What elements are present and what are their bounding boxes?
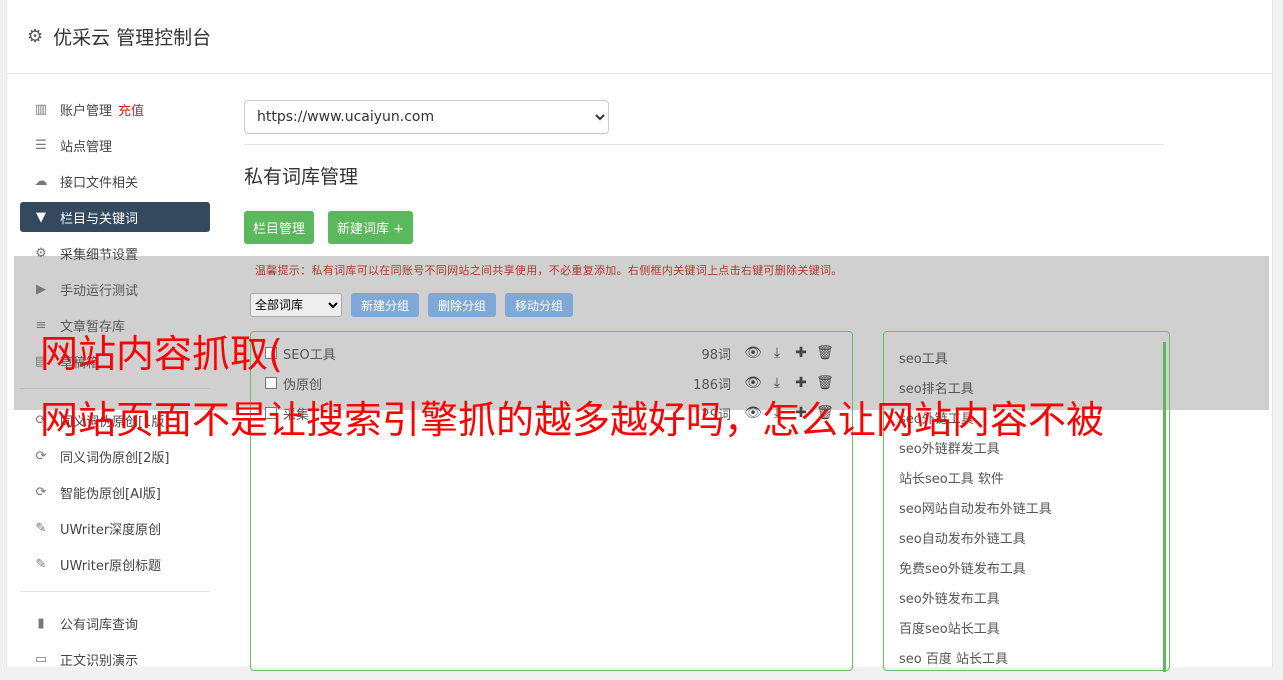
keyword-item[interactable]: seo 百度 站长工具 bbox=[899, 648, 1008, 667]
keyword-item[interactable]: seo外链发布工具 bbox=[899, 588, 1000, 607]
group-row[interactable]: SEO工具 98词 👁 ⤓ ✚ 🗑 bbox=[265, 342, 837, 364]
sidebar-item-uwriter-title[interactable]: ✎ UWriter原创标题 bbox=[20, 549, 210, 579]
sidebar-item-public-lexicon[interactable]: ▮ 公有词库查询 bbox=[20, 608, 210, 638]
column-manage-button[interactable]: 栏目管理 bbox=[244, 211, 315, 244]
group-row[interactable]: 伪原创 186词 👁 ⤓ ✚ 🗑 bbox=[265, 372, 837, 394]
sidebar-item-label: UWriter深度原创 bbox=[60, 522, 162, 538]
edit-icon: ✎ bbox=[35, 556, 47, 572]
delete-group-button[interactable]: 删除分组 bbox=[428, 293, 497, 317]
sidebar-item-text-recognition[interactable]: ▭ 正文识别演示 bbox=[20, 644, 210, 674]
keyword-item[interactable]: seo网站自动发布外链工具 bbox=[899, 498, 1052, 517]
sidebar-item-label: 栏目与关键词 bbox=[60, 211, 139, 227]
sidebar-divider bbox=[20, 591, 210, 592]
lexicon-filter-select[interactable]: 全部词库 bbox=[250, 293, 342, 317]
main-content: https://www.ucaiyun.com 私有词库管理 栏目管理 新建词库… bbox=[244, 100, 1164, 244]
move-group-button[interactable]: 移动分组 bbox=[505, 293, 574, 317]
sidebar-item-interface[interactable]: ☁ 接口文件相关 bbox=[20, 166, 210, 196]
group-count: 98词 bbox=[701, 347, 731, 363]
keyword-item[interactable]: 百度seo站长工具 bbox=[899, 618, 1000, 637]
server-icon: ☰ bbox=[35, 137, 47, 153]
sidebar-item-label: 公有词库查询 bbox=[60, 617, 139, 633]
cloud-upload-icon: ☁ bbox=[34, 173, 48, 189]
sidebar-item-label: UWriter原创标题 bbox=[60, 558, 162, 574]
download-icon[interactable]: ⤓ bbox=[765, 345, 789, 361]
divider bbox=[244, 144, 1164, 145]
app-title: 优采云 管理控制台 bbox=[53, 27, 212, 49]
plus-icon[interactable]: ✚ bbox=[789, 345, 813, 361]
group-list-panel: SEO工具 98词 👁 ⤓ ✚ 🗑 伪原创 186词 👁 ⤓ ✚ 🗑 采集 29… bbox=[250, 331, 853, 671]
header: ⚙ 优采云 管理控制台 bbox=[7, 0, 1272, 74]
gear-icon: ⚙ bbox=[27, 26, 44, 47]
sidebar-item-columns-keywords[interactable]: ▼ 栏目与关键词 bbox=[20, 202, 210, 232]
plus-icon[interactable]: ✚ bbox=[789, 375, 813, 391]
sidebar-item-account[interactable]: ▥ 账户管理 充值 bbox=[20, 94, 210, 124]
sidebar-item-uwriter-deep[interactable]: ✎ UWriter深度原创 bbox=[20, 513, 210, 543]
sidebar-item-label: 同义词伪原创[2版] bbox=[60, 450, 170, 466]
eye-icon[interactable]: 👁 bbox=[741, 345, 765, 361]
download-icon[interactable]: ⤓ bbox=[765, 375, 789, 391]
keyword-item[interactable]: 免费seo外链发布工具 bbox=[899, 558, 1026, 577]
refresh-icon: ⟳ bbox=[35, 484, 47, 500]
sidebar-item-synonym-v2[interactable]: ⟳ 同义词伪原创[2版] bbox=[20, 441, 210, 471]
page-title: 私有词库管理 bbox=[244, 166, 359, 188]
keyword-item[interactable]: 站长seo工具 软件 bbox=[899, 468, 1004, 487]
group-count: 186词 bbox=[693, 377, 731, 393]
group-checkbox[interactable] bbox=[265, 377, 277, 389]
sidebar-item-label: 账户管理 bbox=[60, 103, 113, 119]
group-toolbar: 全部词库 新建分组 删除分组 移动分组 bbox=[250, 293, 574, 317]
group-name: SEO工具 bbox=[283, 347, 336, 363]
filter-icon: ▼ bbox=[36, 209, 46, 225]
new-group-button[interactable]: 新建分组 bbox=[351, 293, 420, 317]
group-name: 伪原创 bbox=[283, 377, 323, 393]
keyword-item[interactable]: seo排名工具 bbox=[899, 378, 974, 397]
sidebar-item-label: 正文识别演示 bbox=[60, 653, 139, 669]
keyword-item[interactable]: seo工具 bbox=[899, 348, 948, 367]
scrollbar[interactable] bbox=[1163, 342, 1166, 672]
desktop-icon: ▭ bbox=[34, 651, 48, 667]
keyword-item[interactable]: seo自动发布外链工具 bbox=[899, 528, 1026, 547]
book-icon: ▮ bbox=[37, 615, 45, 631]
sidebar-item-ai-rewrite[interactable]: ⟳ 智能伪原创[AI版] bbox=[20, 477, 210, 507]
keyword-list-panel: seo工具 seo排名工具 seo外链工具 seo外链群发工具 站长seo工具 … bbox=[883, 331, 1170, 672]
trash-icon[interactable]: 🗑 bbox=[813, 375, 837, 391]
sidebar-item-label: 智能伪原创[AI版] bbox=[60, 486, 161, 502]
sidebar-item-label: 站点管理 bbox=[60, 139, 113, 155]
edit-icon: ✎ bbox=[35, 520, 47, 536]
site-select[interactable]: https://www.ucaiyun.com bbox=[244, 100, 609, 134]
refresh-icon: ⟳ bbox=[35, 448, 47, 464]
new-lexicon-button[interactable]: 新建词库 + bbox=[328, 211, 414, 244]
trash-icon[interactable]: 🗑 bbox=[813, 345, 837, 361]
watermark-line-1: 网站内容抓取( bbox=[40, 332, 283, 376]
bar-chart-icon: ▥ bbox=[34, 101, 48, 117]
watermark-line-2: 网站页面不是让搜索引擎抓的越多越好吗，怎么让网站内容不被 bbox=[40, 398, 1105, 442]
sidebar-item-sites[interactable]: ☰ 站点管理 bbox=[20, 130, 210, 160]
eye-icon[interactable]: 👁 bbox=[741, 375, 765, 391]
sidebar-item-label: 接口文件相关 bbox=[60, 175, 139, 191]
tip-text: 温馨提示：私有词库可以在同账号不同网站之间共享使用，不必重复添加。右侧框内关键词… bbox=[255, 264, 843, 277]
recharge-link[interactable]: 充值 bbox=[118, 100, 144, 119]
